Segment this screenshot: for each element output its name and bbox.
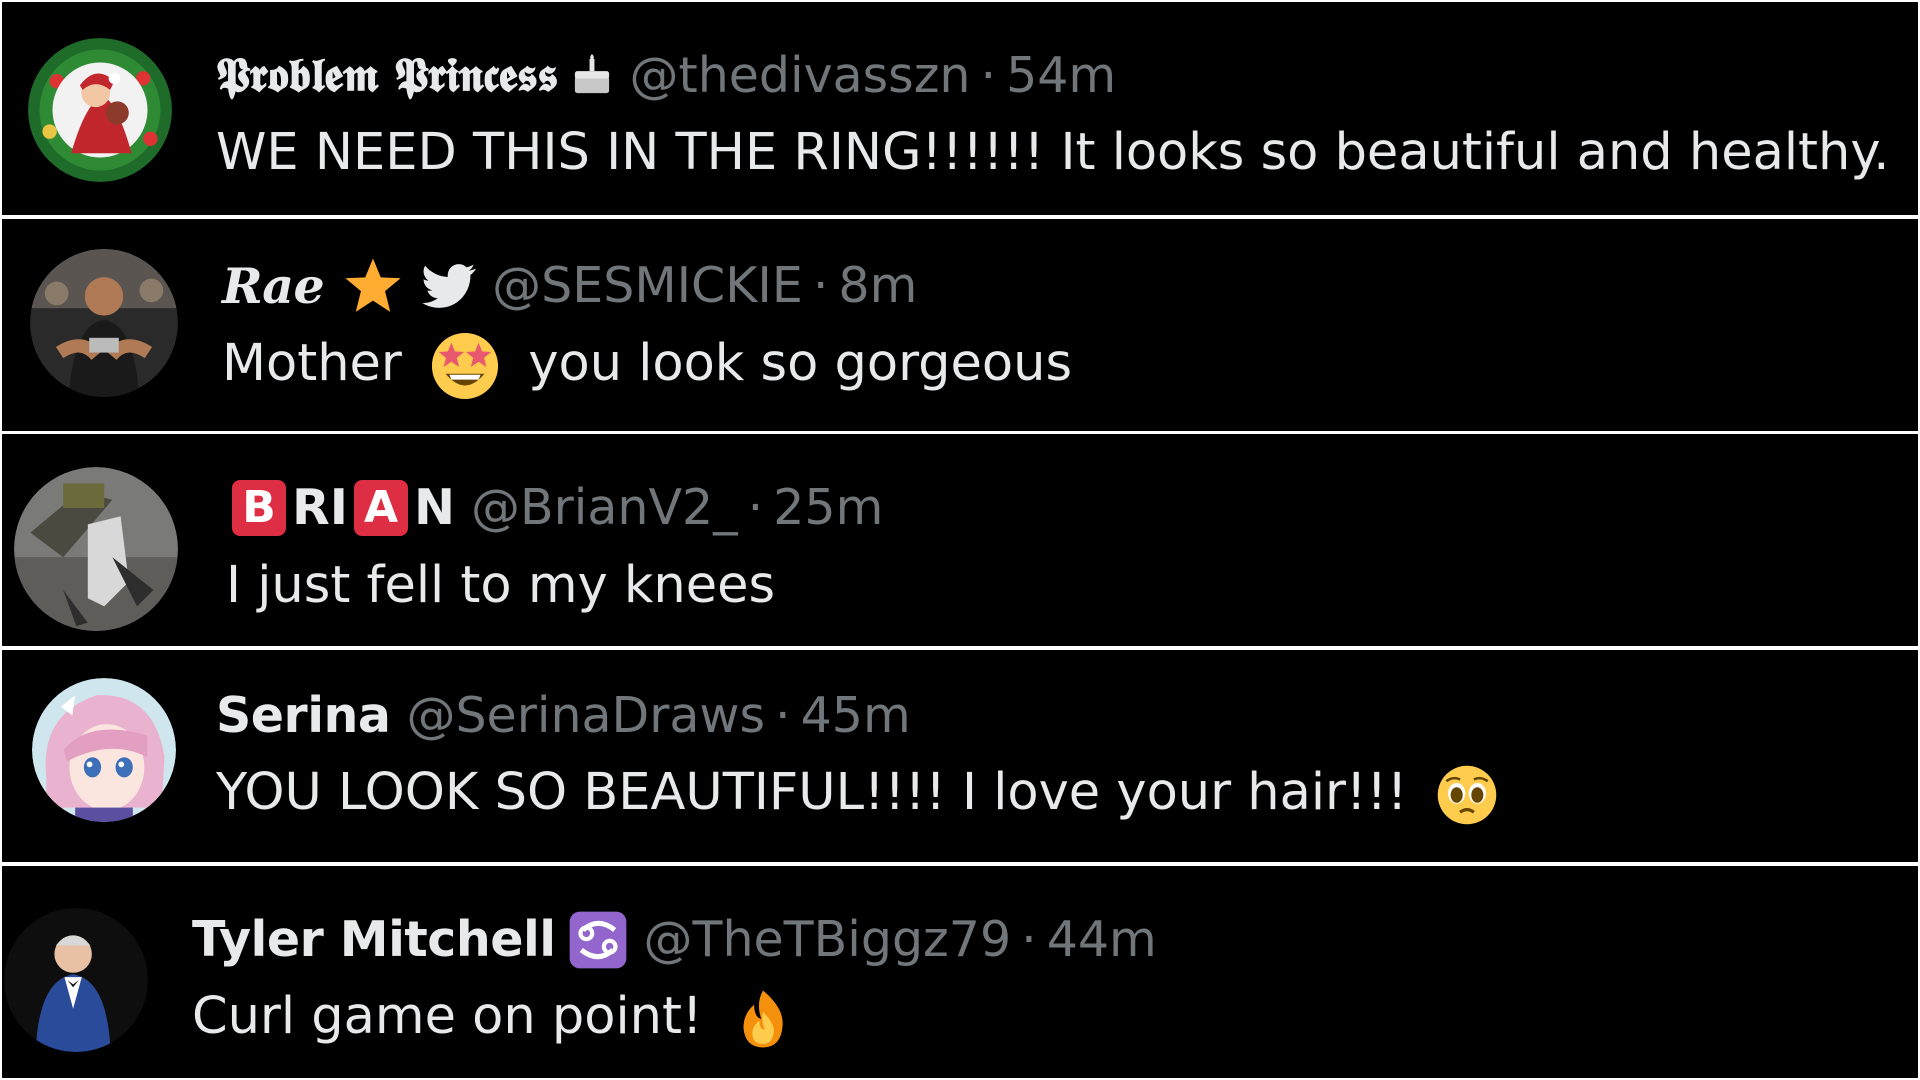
user-handle[interactable]: @BrianV2_ xyxy=(471,478,738,538)
tweet-header: Serina @SerinaDraws · 45m xyxy=(216,686,911,746)
timestamp[interactable]: 8m xyxy=(838,256,917,316)
tweet-text: I just fell to my knees xyxy=(226,556,776,615)
separator-dot: · xyxy=(980,47,997,104)
avatar[interactable] xyxy=(28,38,172,182)
star-struck-icon xyxy=(430,331,500,401)
avatar[interactable] xyxy=(14,467,178,631)
tweet-card[interactable]: 𝑹𝒂𝒆 @SESMICKIE · 8m Mother you look so g… xyxy=(2,219,1918,431)
cancer-zodiac-icon xyxy=(568,910,628,970)
tweet-card[interactable]: 𝕻𝖗𝖔𝖇𝖑𝖊𝖒 𝕻𝖗𝖎𝖓𝖈𝖊𝖘𝖘 @thedivasszn · 54m WE N… xyxy=(2,2,1918,215)
tweet-text-part: YOU LOOK SO BEAUTIFUL!!!! I love your ha… xyxy=(216,763,1408,822)
tweet-header: 𝕻𝖗𝖔𝖇𝖑𝖊𝖒 𝕻𝖗𝖎𝖓𝖈𝖊𝖘𝖘 @thedivasszn · 54m xyxy=(216,46,1116,106)
display-name[interactable]: 𝕻𝖗𝖔𝖇𝖑𝖊𝖒 𝕻𝖗𝖎𝖓𝖈𝖊𝖘𝖘 xyxy=(216,46,558,106)
tweet-card[interactable]: Serina @SerinaDraws · 45m YOU LOOK SO BE… xyxy=(2,650,1918,862)
avatar-image xyxy=(30,249,178,397)
bird-icon xyxy=(422,263,476,309)
timestamp[interactable]: 45m xyxy=(801,686,911,746)
avatar[interactable] xyxy=(4,908,148,1052)
tweet-text: YOU LOOK SO BEAUTIFUL!!!! I love your ha… xyxy=(216,762,1498,826)
timestamp[interactable]: 25m xyxy=(773,478,883,538)
tweet-header: 𝑹𝒂𝒆 @SESMICKIE · 8m xyxy=(222,255,917,317)
tweet-text: Mother you look so gorgeous xyxy=(222,331,1072,401)
display-name-letters[interactable]: RI xyxy=(292,478,348,538)
avatar-image xyxy=(14,467,178,631)
avatar[interactable] xyxy=(32,678,176,822)
birthday-cake-icon xyxy=(570,54,614,98)
tweet-card[interactable]: B RI A N @BrianV2_ · 25m I just fell to … xyxy=(2,434,1918,646)
separator-dot: · xyxy=(747,479,764,536)
reply-feed: 𝕻𝖗𝖔𝖇𝖑𝖊𝖒 𝕻𝖗𝖎𝖓𝖈𝖊𝖘𝖘 @thedivasszn · 54m WE N… xyxy=(0,0,1920,1080)
separator-dot: · xyxy=(812,257,829,314)
avatar[interactable] xyxy=(30,249,178,397)
user-handle[interactable]: @TheTBiggz79 xyxy=(644,910,1012,970)
tweet-text: WE NEED THIS IN THE RING!!!!!! It looks … xyxy=(216,123,1890,182)
separator-dot: · xyxy=(775,687,791,744)
tweet-text: Curl game on point! xyxy=(192,986,795,1051)
avatar-image xyxy=(4,908,148,1052)
pleading-face-icon xyxy=(1436,764,1498,826)
tweet-card[interactable]: Tyler Mitchell @TheTBiggz79 · 44m Curl g… xyxy=(2,866,1918,1078)
display-name[interactable]: 𝑹𝒂𝒆 xyxy=(222,256,325,316)
display-name-letter-a[interactable]: A xyxy=(353,480,408,536)
separator-dot: · xyxy=(1021,911,1037,968)
timestamp[interactable]: 54m xyxy=(1006,46,1116,106)
star-icon xyxy=(342,255,404,317)
display-name-letter-b[interactable]: B xyxy=(232,480,286,536)
display-name-letters[interactable]: N xyxy=(414,478,455,538)
tweet-text-part: Curl game on point! xyxy=(192,987,703,1046)
tweet-header: Tyler Mitchell @TheTBiggz79 · 44m xyxy=(192,910,1157,970)
tweet-header: B RI A N @BrianV2_ · 25m xyxy=(232,478,883,538)
fire-icon xyxy=(731,987,795,1051)
avatar-image xyxy=(32,678,176,822)
user-handle[interactable]: @SerinaDraws xyxy=(406,686,765,746)
timestamp[interactable]: 44m xyxy=(1047,910,1157,970)
tweet-text-part: you look so gorgeous xyxy=(528,334,1073,393)
display-name[interactable]: Tyler Mitchell xyxy=(192,910,556,970)
user-handle[interactable]: @SESMICKIE xyxy=(492,256,803,316)
display-name[interactable]: Serina xyxy=(216,686,391,746)
avatar-image xyxy=(28,38,172,182)
tweet-text-part: Mother xyxy=(222,334,402,393)
user-handle[interactable]: @thedivasszn xyxy=(630,46,971,106)
